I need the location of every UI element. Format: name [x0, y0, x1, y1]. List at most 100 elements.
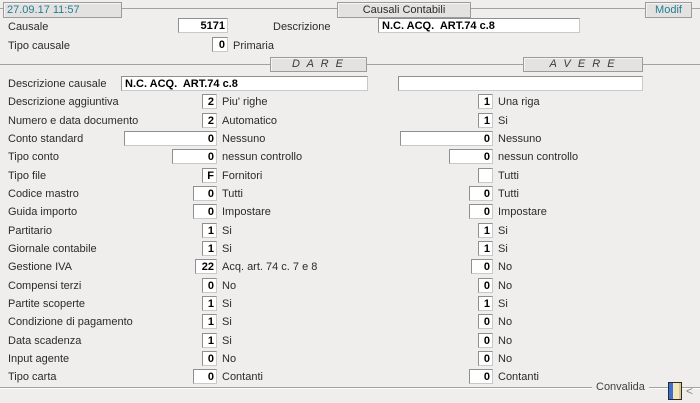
dare-value-input[interactable]	[202, 296, 217, 311]
descrizione-label: Descrizione	[273, 21, 330, 33]
dare-value-text: No	[222, 280, 236, 292]
descrizione-input[interactable]	[378, 18, 580, 33]
avere-value-input[interactable]	[478, 351, 493, 366]
field-label: Data scadenza	[8, 335, 81, 347]
dare-value-input[interactable]	[202, 94, 217, 109]
dare-value-input[interactable]	[193, 204, 217, 219]
avere-value-input[interactable]	[478, 168, 493, 183]
avere-value-text: Contanti	[498, 371, 539, 383]
dare-value-text: Automatico	[222, 115, 277, 127]
field-row: Compensi terzi No No	[0, 278, 700, 296]
avere-value-input[interactable]	[400, 131, 493, 146]
dare-value-input[interactable]	[202, 168, 217, 183]
dare-value-input[interactable]	[193, 369, 217, 384]
avere-value-text: No	[498, 280, 512, 292]
avere-value-text: nessun controllo	[498, 151, 578, 163]
dare-value-input[interactable]	[202, 113, 217, 128]
field-row: Guida importo Impostare Impostare	[0, 204, 700, 222]
avere-value-text: Impostare	[498, 206, 547, 218]
dare-value-text: Si	[222, 335, 232, 347]
dare-value-input[interactable]	[202, 241, 217, 256]
dare-value-text: Si	[222, 243, 232, 255]
dare-value-text: Acq. art. 74 c. 7 e 8	[222, 261, 317, 273]
field-label: Codice mastro	[8, 188, 79, 200]
field-row: Partitario Si Si	[0, 223, 700, 241]
dare-value-text: Piu' righe	[222, 96, 268, 108]
book-exit-icon[interactable]	[668, 382, 682, 400]
dare-value-input[interactable]	[202, 278, 217, 293]
convalida-label: Convalida	[592, 381, 649, 393]
avere-value-input[interactable]	[478, 278, 493, 293]
avere-value-text: Si	[498, 225, 508, 237]
avere-value-text: No	[498, 261, 512, 273]
avere-value-input[interactable]	[478, 94, 493, 109]
avere-value-input[interactable]	[478, 113, 493, 128]
avere-value-input[interactable]	[478, 241, 493, 256]
causali-contabili-window: 27.09.17 11:57 Causali Contabili Modif C…	[0, 0, 700, 403]
field-label: Giornale contabile	[8, 243, 97, 255]
field-label: Descrizione causale	[8, 78, 106, 90]
avere-value-text: No	[498, 353, 512, 365]
dare-value-text: Contanti	[222, 371, 263, 383]
field-row: Input agente No No	[0, 351, 700, 369]
dare-value-input[interactable]	[202, 314, 217, 329]
field-label: Input agente	[8, 353, 69, 365]
field-row: Codice mastro Tutti Tutti	[0, 186, 700, 204]
field-label: Tipo file	[8, 170, 46, 182]
avere-value-text: Tutti	[498, 188, 519, 200]
field-row: Numero e data documento Automatico Si	[0, 113, 700, 131]
avere-value-input[interactable]	[469, 204, 493, 219]
dare-value-input[interactable]	[195, 259, 217, 274]
avere-value-input[interactable]	[471, 259, 493, 274]
avere-value-input[interactable]	[478, 314, 493, 329]
avere-value-text: Una riga	[498, 96, 540, 108]
dare-value-text: Nessuno	[222, 133, 265, 145]
avere-value-text: Tutti	[498, 170, 519, 182]
avere-value-input[interactable]	[478, 296, 493, 311]
avere-value-text: No	[498, 335, 512, 347]
dare-value-text: Fornitori	[222, 170, 262, 182]
avere-value-input[interactable]	[469, 186, 493, 201]
mode-badge: Modif	[645, 2, 692, 18]
avere-value-input[interactable]	[478, 223, 493, 238]
field-label: Tipo carta	[8, 371, 57, 383]
avere-value-input[interactable]	[478, 333, 493, 348]
avere-value-text: Nessuno	[498, 133, 541, 145]
field-row: Descrizione aggiuntiva Piu' righe Una ri…	[0, 94, 700, 112]
field-label: Gestione IVA	[8, 261, 72, 273]
field-label: Partitario	[8, 225, 52, 237]
dare-value-text: Tutti	[222, 188, 243, 200]
field-row: Gestione IVA Acq. art. 74 c. 7 e 8 No	[0, 259, 700, 277]
field-label: Numero e data documento	[8, 115, 138, 127]
column-header-avere: A V E R E	[523, 57, 643, 72]
field-row: Data scadenza Si No	[0, 333, 700, 351]
dare-value-text: nessun controllo	[222, 151, 302, 163]
avere-value-text: Si	[498, 115, 508, 127]
field-row: Descrizione causale	[0, 76, 700, 94]
avere-value-text: Si	[498, 298, 508, 310]
tipo-causale-input[interactable]	[212, 37, 228, 52]
field-label: Descrizione aggiuntiva	[8, 96, 119, 108]
dare-value-input[interactable]	[202, 333, 217, 348]
dare-value-input[interactable]	[202, 351, 217, 366]
avere-value-input[interactable]	[449, 149, 493, 164]
dare-value-input[interactable]	[124, 131, 217, 146]
field-label: Partite scoperte	[8, 298, 85, 310]
dare-value-input[interactable]	[172, 149, 217, 164]
avere-value-input[interactable]	[398, 76, 643, 91]
left-arrow-indicator: <	[686, 384, 693, 398]
dare-value-text: Si	[222, 225, 232, 237]
dare-value-text: Si	[222, 316, 232, 328]
dare-value-input[interactable]	[193, 186, 217, 201]
datetime-label: 27.09.17 11:57	[3, 2, 122, 18]
avere-value-input[interactable]	[469, 369, 493, 384]
causale-label: Causale	[8, 21, 48, 33]
field-label: Conto standard	[8, 133, 83, 145]
avere-value-text: Si	[498, 243, 508, 255]
dare-value-text: Impostare	[222, 206, 271, 218]
field-row: Giornale contabile Si Si	[0, 241, 700, 259]
dare-value-input[interactable]	[202, 223, 217, 238]
column-header-dare: D A R E	[270, 57, 367, 72]
dare-value-input[interactable]	[121, 76, 368, 91]
causale-input[interactable]	[178, 18, 228, 33]
